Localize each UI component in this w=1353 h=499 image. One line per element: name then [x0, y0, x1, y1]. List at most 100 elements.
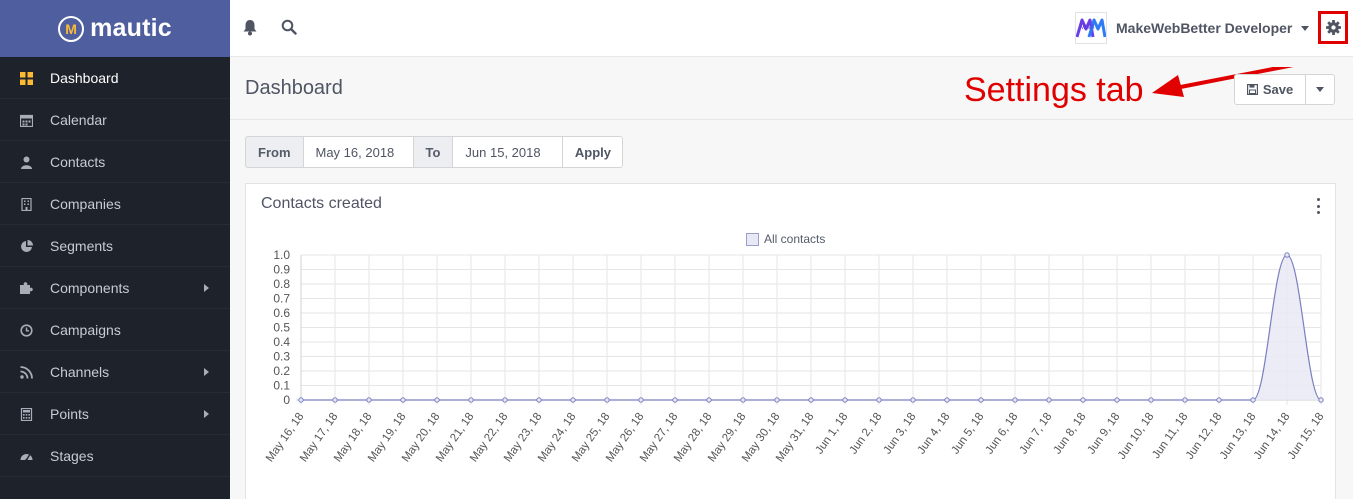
- tachometer-icon: [19, 449, 33, 463]
- search-icon[interactable]: [281, 19, 299, 37]
- sidebar-item-dashboard[interactable]: Dashboard: [0, 57, 230, 99]
- clock-icon: [19, 323, 33, 337]
- data-point: [1046, 397, 1052, 403]
- y-tick-label: 0.1: [273, 379, 290, 393]
- data-point: [400, 397, 406, 403]
- apply-button[interactable]: Apply: [563, 136, 624, 168]
- x-tick-label: Jun 2, 18: [847, 411, 884, 457]
- x-tick-label: Jun 7, 18: [1017, 411, 1054, 457]
- top-navbar: MWB MakeWebBetter Developer: [230, 0, 1353, 57]
- settings-button[interactable]: [1318, 11, 1348, 44]
- chevron-down-icon: [1316, 87, 1324, 92]
- y-tick-label: 0.3: [273, 350, 290, 364]
- data-point: [604, 397, 610, 403]
- save-options-dropdown[interactable]: [1306, 74, 1335, 105]
- floppy-disk-icon: [1246, 84, 1258, 95]
- data-point: [1216, 397, 1222, 403]
- sidebar: Dashboard Calendar Contacts Companies Se…: [0, 57, 230, 499]
- data-point: [944, 397, 950, 403]
- y-tick-label: 0: [283, 393, 290, 407]
- legend-label: All contacts: [764, 232, 826, 246]
- main-content: From May 16, 2018 To Jun 15, 2018 Apply …: [230, 120, 1353, 499]
- sidebar-item-calendar[interactable]: Calendar: [0, 99, 230, 141]
- date-from-input[interactable]: May 16, 2018: [303, 136, 414, 168]
- data-point: [1182, 397, 1188, 403]
- data-point: [1318, 397, 1324, 403]
- sidebar-item-channels[interactable]: Channels: [0, 351, 230, 393]
- data-point: [638, 397, 644, 403]
- app-window: M mautic Dashboard Calendar Contacts Com…: [0, 0, 1353, 499]
- data-point: [1284, 252, 1290, 258]
- data-point: [910, 397, 916, 403]
- x-tick-label: Jun 5, 18: [949, 411, 986, 457]
- calculator-icon: [19, 407, 33, 421]
- data-point: [570, 397, 576, 403]
- sidebar-item-campaigns[interactable]: Campaigns: [0, 309, 230, 351]
- data-point: [536, 397, 542, 403]
- rss-icon: [19, 365, 33, 379]
- sidebar-item-label: Channels: [50, 363, 110, 380]
- avatar-initials: MWB: [1080, 25, 1095, 31]
- sidebar-item-label: Segments: [50, 237, 114, 254]
- user-menu[interactable]: MWB MakeWebBetter Developer: [1075, 12, 1310, 44]
- legend-swatch: [746, 232, 759, 246]
- gear-icon: [1325, 20, 1341, 35]
- sidebar-item-label: Calendar: [50, 111, 107, 128]
- x-tick-label: Jun 8, 18: [1051, 411, 1088, 457]
- page-header: Dashboard Settings tab Save: [230, 57, 1353, 120]
- from-label: From: [245, 136, 304, 168]
- sidebar-item-label: Stages: [50, 447, 94, 464]
- x-tick-label: Jun 3, 18: [881, 411, 918, 457]
- sidebar-item-label: Campaigns: [50, 321, 121, 338]
- brand-logo[interactable]: M mautic: [0, 0, 230, 57]
- sidebar-item-points[interactable]: Points: [0, 393, 230, 435]
- chart-legend[interactable]: All contacts: [746, 232, 825, 246]
- data-point: [1012, 397, 1018, 403]
- save-button-label: Save: [1262, 82, 1294, 97]
- sidebar-item-stages[interactable]: Stages: [0, 435, 230, 477]
- user-name: MakeWebBetter Developer: [1116, 20, 1293, 36]
- chevron-right-icon: [204, 284, 209, 292]
- date-range-filter: From May 16, 2018 To Jun 15, 2018 Apply: [245, 136, 624, 168]
- y-tick-label: 0.2: [273, 364, 290, 378]
- data-point: [1080, 397, 1086, 403]
- data-point: [468, 397, 474, 403]
- bell-icon[interactable]: [242, 19, 260, 37]
- chevron-right-icon: [204, 410, 209, 418]
- sidebar-item-segments[interactable]: Segments: [0, 225, 230, 267]
- y-tick-label: 1.0: [273, 248, 290, 262]
- sidebar-item-label: Dashboard: [50, 69, 119, 86]
- data-point: [808, 397, 814, 403]
- y-tick-label: 0.5: [273, 321, 290, 335]
- data-point: [978, 397, 984, 403]
- data-point: [1114, 397, 1120, 403]
- save-button[interactable]: Save: [1234, 74, 1306, 105]
- data-point: [774, 397, 780, 403]
- sidebar-item-components[interactable]: Components: [0, 267, 230, 309]
- sidebar-item-label: Companies: [50, 195, 121, 212]
- data-point: [876, 397, 882, 403]
- data-point: [1148, 397, 1154, 403]
- date-to-input[interactable]: Jun 15, 2018: [453, 136, 564, 168]
- data-point: [502, 397, 508, 403]
- sidebar-item-label: Components: [50, 279, 130, 296]
- x-tick-label: Jun 6, 18: [983, 411, 1020, 457]
- y-tick-label: 0.7: [273, 292, 290, 306]
- sidebar-item-label: Points: [50, 405, 89, 422]
- mautic-logo-icon: M: [58, 15, 85, 42]
- widget-menu-icon[interactable]: [1313, 198, 1323, 214]
- data-point: [332, 397, 338, 403]
- y-tick-label: 0.4: [273, 335, 290, 349]
- sidebar-item-companies[interactable]: Companies: [0, 183, 230, 225]
- puzzle-icon: [19, 281, 33, 295]
- data-point: [706, 397, 712, 403]
- save-button-group: Save: [1234, 74, 1335, 105]
- data-point: [298, 397, 304, 403]
- y-tick-label: 0.6: [273, 306, 290, 320]
- data-point: [366, 397, 372, 403]
- pie-chart-icon: [19, 239, 33, 253]
- sidebar-item-contacts[interactable]: Contacts: [0, 141, 230, 183]
- contacts-created-widget: 0 0.1 0.2 0.3 0.4 0.5 0.6 0.7 0.8 0.9 1.0 May 16, 1…: [245, 183, 1336, 499]
- y-tick-label: 0.9: [273, 263, 290, 277]
- data-point: [842, 397, 848, 403]
